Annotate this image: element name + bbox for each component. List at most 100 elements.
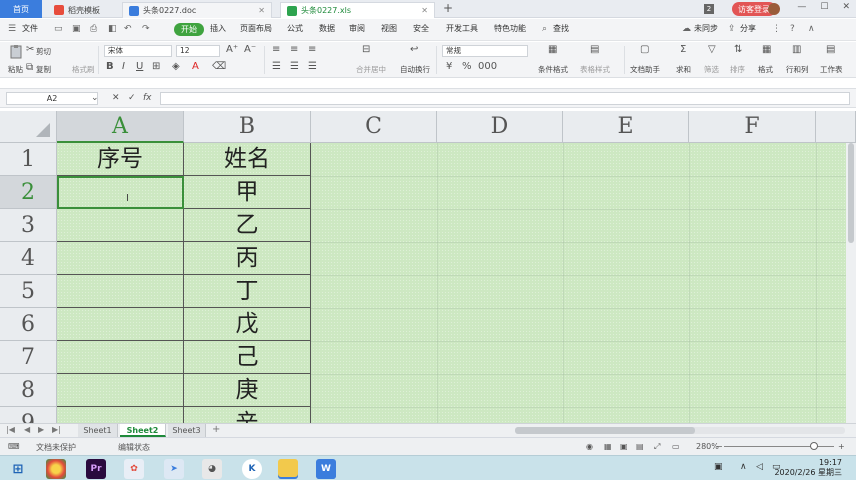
windows-start-icon[interactable]: ⊞	[8, 459, 28, 479]
row-header-8[interactable]: 8	[0, 374, 57, 407]
feishu-icon[interactable]: ➤	[164, 459, 184, 479]
cell-a1[interactable]: 序号	[57, 143, 184, 176]
column-header-e[interactable]: E	[563, 111, 689, 143]
table-style-button[interactable]: 表格样式	[580, 64, 610, 75]
close-window-icon[interactable]: ✕	[842, 2, 850, 12]
help-icon[interactable]: ?	[790, 24, 795, 34]
align-right-icon[interactable]: ☰	[308, 61, 317, 72]
first-sheet-icon[interactable]: |◀	[6, 425, 15, 434]
kugou-icon[interactable]: K	[242, 459, 262, 479]
align-center-icon[interactable]: ☰	[290, 61, 299, 72]
new-tab-icon[interactable]: +	[443, 1, 453, 15]
cell-a6[interactable]	[57, 308, 184, 341]
premiere-icon[interactable]: Pr	[86, 459, 106, 479]
cancel-icon[interactable]: ✕	[112, 93, 120, 103]
horizontal-scrollbar[interactable]	[515, 427, 845, 434]
menu-file[interactable]: 文件	[22, 23, 38, 34]
hamburger-icon[interactable]: ☰	[8, 24, 16, 34]
eye-protect-icon[interactable]: ◉	[586, 442, 593, 451]
menu-review[interactable]: 审阅	[349, 23, 365, 34]
close-icon[interactable]: ✕	[421, 6, 428, 15]
number-format-select[interactable]: 常规	[442, 45, 528, 57]
prev-sheet-icon[interactable]: ◀	[24, 425, 30, 434]
menu-page-layout[interactable]: 页面布局	[240, 23, 272, 34]
row-header-4[interactable]: 4	[0, 242, 57, 275]
cell-b3[interactable]: 乙	[184, 209, 311, 242]
row-header-9[interactable]: 9	[0, 407, 57, 423]
thousands-icon[interactable]: 000	[478, 61, 497, 72]
menu-developer[interactable]: 开发工具	[446, 23, 478, 34]
font-color-icon[interactable]: A	[192, 61, 199, 72]
format-button[interactable]: 格式	[758, 64, 773, 75]
format-painter-button[interactable]: 格式刷	[72, 64, 95, 75]
cell-b6[interactable]: 戊	[184, 308, 311, 341]
cell-a9[interactable]	[57, 407, 184, 423]
file-explorer-icon[interactable]	[278, 459, 298, 479]
doc-helper-button[interactable]: 文档助手	[630, 64, 660, 75]
paste-button[interactable]: 粘贴	[8, 64, 23, 75]
column-header-a[interactable]: A	[57, 111, 184, 143]
speaker-icon[interactable]: ◁	[756, 462, 763, 472]
italic-icon[interactable]: I	[122, 61, 125, 72]
folder-icon[interactable]: ▭	[54, 24, 63, 34]
cell-a4[interactable]	[57, 242, 184, 275]
currency-icon[interactable]: ¥	[446, 61, 452, 72]
save-icon[interactable]: ▣	[72, 24, 81, 34]
share-button[interactable]: 分享	[740, 23, 756, 34]
window-count-badge[interactable]: 2	[704, 4, 714, 14]
worksheet-button[interactable]: 工作表	[820, 64, 843, 75]
collapse-ribbon-icon[interactable]: ∧	[808, 24, 815, 34]
tray-icon[interactable]: ▣	[714, 462, 723, 472]
app-icon[interactable]: ✿	[124, 459, 144, 479]
menu-security[interactable]: 安全	[413, 23, 429, 34]
column-header-c[interactable]: C	[311, 111, 437, 143]
row-header-2[interactable]: 2	[0, 176, 57, 209]
search-icon[interactable]: ⌕	[542, 24, 547, 34]
chrome-icon[interactable]	[46, 459, 66, 479]
cell-a3[interactable]	[57, 209, 184, 242]
vertical-scrollbar[interactable]	[846, 143, 856, 423]
cell-b5[interactable]: 丁	[184, 275, 311, 308]
row-header-5[interactable]: 5	[0, 275, 57, 308]
cell-b1[interactable]: 姓名	[184, 143, 311, 176]
zoom-in-icon[interactable]: +	[838, 442, 845, 451]
cell-a5[interactable]	[57, 275, 184, 308]
cell-b4[interactable]: 丙	[184, 242, 311, 275]
tab-excel-xls[interactable]: 头条0227.xls ✕	[280, 2, 435, 18]
select-all-corner[interactable]	[0, 111, 57, 143]
menu-start[interactable]: 开始	[174, 23, 204, 36]
menu-view[interactable]: 视图	[381, 23, 397, 34]
scroll-thumb[interactable]	[848, 143, 854, 243]
tab-word-doc[interactable]: 头条0227.doc ✕	[122, 2, 272, 18]
sheet-tab-2[interactable]: Sheet2	[120, 424, 166, 437]
preview-icon[interactable]: ◧	[108, 24, 117, 34]
page-layout-icon[interactable]: ▣	[620, 442, 628, 451]
zoom-out-icon[interactable]: −	[716, 442, 723, 451]
menu-formula[interactable]: 公式	[287, 23, 303, 34]
align-middle-icon[interactable]: ≡	[290, 44, 298, 55]
confirm-icon[interactable]: ✓	[128, 93, 136, 103]
redo-icon[interactable]: ↷	[142, 24, 150, 34]
reading-icon[interactable]: ▭	[672, 442, 680, 451]
percent-icon[interactable]: %	[462, 61, 472, 72]
cut-button[interactable]: 剪切	[36, 46, 51, 57]
maximize-icon[interactable]: ☐	[820, 2, 828, 12]
avatar[interactable]	[768, 3, 780, 15]
column-header-f[interactable]: F	[689, 111, 816, 143]
font-name-select[interactable]: 宋体	[104, 45, 172, 57]
wps-icon[interactable]: W	[316, 459, 336, 479]
cloud-icon[interactable]: ☁	[682, 24, 691, 34]
scroll-thumb[interactable]	[515, 427, 695, 434]
cell-a7[interactable]	[57, 341, 184, 374]
macro-icon[interactable]: ⌨	[8, 442, 20, 451]
filter-button[interactable]: 筛选	[704, 64, 719, 75]
sheet-tab-1[interactable]: Sheet1	[78, 424, 118, 437]
clear-format-icon[interactable]: ⌫	[212, 61, 226, 72]
sheet-tab-3[interactable]: Sheet3	[168, 424, 206, 437]
align-left-icon[interactable]: ☰	[272, 61, 281, 72]
menu-data[interactable]: 数据	[319, 23, 335, 34]
minimize-icon[interactable]: —	[797, 2, 806, 12]
protect-status[interactable]: 文档未保护	[36, 442, 76, 453]
column-header-d[interactable]: D	[437, 111, 563, 143]
column-header-b[interactable]: B	[184, 111, 311, 143]
